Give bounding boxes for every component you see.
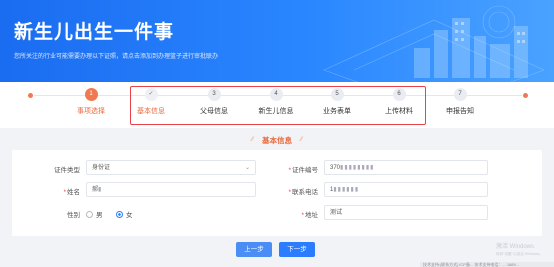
masked-text: ▮ xyxy=(98,187,103,193)
section-title: 基本信息 xyxy=(262,136,292,145)
section-heading: ⁄⁄ 基本信息 ⁄⁄ xyxy=(0,128,554,146)
gender-female-label: 女 xyxy=(126,212,133,219)
step-end-dot xyxy=(523,93,528,98)
next-step-button[interactable]: 下一步 xyxy=(279,242,315,257)
radio-unchecked-icon xyxy=(86,211,93,218)
prev-step-button[interactable]: 上一步 xyxy=(236,242,272,257)
id-type-value: 身份证 xyxy=(92,165,111,171)
step-number: 1 xyxy=(84,88,98,101)
step-1[interactable]: 1 事项选择 xyxy=(61,88,121,116)
name-label: *姓名 xyxy=(63,189,80,196)
address-input[interactable]: 测试 xyxy=(324,205,488,220)
step-label: 申报告知 xyxy=(446,108,474,115)
form-row: *姓名 郝▮ *联系电话 1▮▮▮▮▮▮ xyxy=(12,182,542,198)
step-number: 7 xyxy=(453,88,467,101)
decor-left-icon: ⁄⁄ xyxy=(251,137,254,143)
decor-right-icon: ⁄⁄ xyxy=(300,137,303,143)
page-footer: 技术支持:|联系方式| ICP备... 技术支持电话：... 1889... xyxy=(420,262,554,267)
gender-male-label: 男 xyxy=(96,212,103,219)
header-banner: 新生儿出生一件事 您所关注的行业可能需要办理以下证照，请点击添加到办理篮子进行审… xyxy=(0,0,554,82)
address-label: *地址 xyxy=(301,212,318,219)
windows-activation-watermark: 激活 Windows 转到"设置"以激活 Windows。 xyxy=(496,244,543,258)
chevron-down-icon: ⌄ xyxy=(244,165,250,171)
form-row: 性别 男 女 *地址 测试 xyxy=(12,205,542,221)
page-subtitle: 您所关注的行业可能需要办理以下证照，请点击添加到办理篮子进行审批联办 xyxy=(14,54,219,60)
radio-checked-icon xyxy=(116,211,123,218)
step-7[interactable]: 7 申报告知 xyxy=(430,88,490,116)
id-type-select[interactable]: 身份证 ⌄ xyxy=(86,160,256,175)
page-title: 新生儿出生一件事 xyxy=(14,22,175,43)
masked-text: ▮▮▮▮▮▮ xyxy=(333,187,360,193)
id-type-label: 证件类型 xyxy=(54,167,80,174)
id-number-input[interactable]: 370▮▮▮▮▮▮▮▮ xyxy=(324,160,488,175)
step-start-dot xyxy=(28,93,33,98)
gender-label: 性别 xyxy=(67,212,80,219)
phone-input[interactable]: 1▮▮▮▮▮▮ xyxy=(324,182,488,197)
phone-label: *联系电话 xyxy=(288,189,318,196)
id-number-label: *证件编号 xyxy=(288,167,318,174)
masked-text: ▮▮▮▮▮▮▮▮ xyxy=(340,165,375,171)
step-label: 事项选择 xyxy=(77,108,105,115)
form-row: 证件类型 身份证 ⌄ *证件编号 370▮▮▮▮▮▮▮▮ xyxy=(12,160,542,176)
address-value: 测试 xyxy=(330,210,343,216)
annotation-highlight-box xyxy=(130,86,426,125)
step-progress: 1 事项选择 ✓ 基本信息 3 父母信息 4 新生儿信息 5 业务表单 6 上传… xyxy=(0,82,554,128)
gender-male-radio[interactable]: 男 xyxy=(86,209,103,219)
gender-female-radio[interactable]: 女 xyxy=(116,209,133,219)
name-input[interactable]: 郝▮ xyxy=(86,182,256,197)
basic-info-form: 证件类型 身份证 ⌄ *证件编号 370▮▮▮▮▮▮▮▮ *姓名 郝▮ *联系电… xyxy=(12,150,542,236)
watermark-line1: 激活 Windows xyxy=(496,244,535,250)
city-illustration xyxy=(323,5,545,82)
watermark-line2: 转到"设置"以激活 Windows。 xyxy=(496,252,543,256)
id-number-value: 370 xyxy=(330,165,341,171)
